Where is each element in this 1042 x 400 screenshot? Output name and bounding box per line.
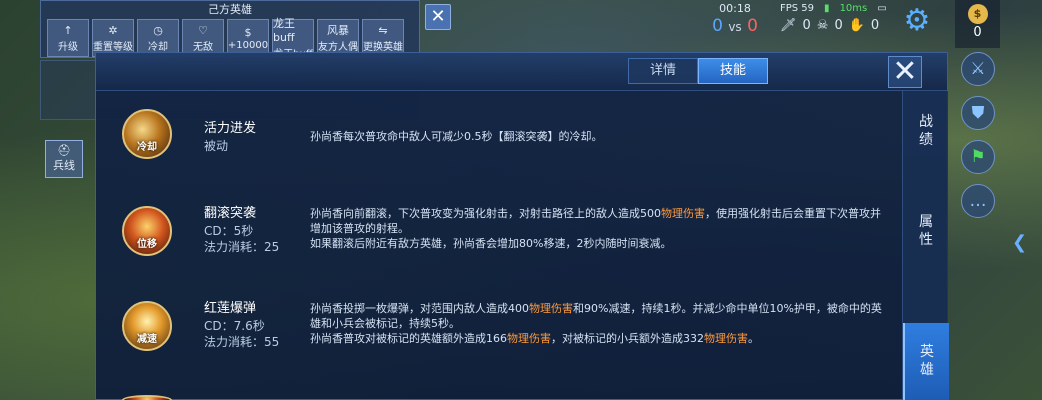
physical-damage-text: 物理伤害 (704, 332, 748, 345)
skill-description: 孙尚香向前翻滚，下次普攻变为强化射击，对射击路径上的敌人造成500物理伤害，使用… (310, 206, 890, 251)
skill-cooldown: CD：5秒 (204, 224, 254, 238)
skill-cooldown: 被动 (204, 139, 229, 153)
cheat-button-icon: ◷ (153, 23, 163, 37)
skill-mana-cost: 法力消耗：55 (204, 335, 280, 349)
kills-count: 0 (802, 18, 811, 33)
assists-count: 0 (870, 18, 880, 33)
scoreboard: 00:18 0 vs 0 (705, 2, 765, 37)
gold-value: 0 (973, 25, 982, 40)
skill-name: 红莲爆弹 (204, 301, 257, 316)
cheat-button-label: 重置等级 (93, 41, 133, 53)
soldier-wave-label: 兵线 (53, 159, 75, 172)
blue-score: 0 (712, 16, 723, 36)
skill-description-text: 孙尚香投掷一枚爆弹，对范围内敌人造成400 (310, 302, 529, 315)
vs-label: vs (728, 20, 742, 34)
skill-name: 翻滚突袭 (204, 206, 257, 221)
right-quick-actions: ⚔ ⛊ ⚑ … (958, 52, 998, 218)
physical-damage-text: 物理伤害 (661, 207, 705, 220)
cheat-button-icon: $ (244, 25, 252, 39)
match-timer: 00:18 (719, 2, 751, 15)
gold-counter[interactable]: $ 0 (955, 0, 1000, 48)
skill-name: 活力进发 (204, 121, 257, 136)
cheat-button-icon: 龙王buff (273, 16, 295, 44)
skill-description-text: ，对被标记的小兵额外造成332 (551, 332, 704, 345)
skill-description-text: 孙尚香普攻对被标记的英雄额外造成166 (310, 332, 507, 345)
gold-coin-icon: $ (967, 4, 988, 24)
kills-icon: 🗡 (780, 18, 797, 33)
physical-damage-text: 物理伤害 (529, 302, 573, 315)
cheat-button-label: 升级 (58, 41, 78, 53)
skill-4-peek (122, 395, 172, 400)
skill-description-text: 孙尚香向前翻滚，下次普攻变为强化射击，对射击路径上的敌人造成500 (310, 207, 661, 220)
tab-1[interactable]: 技能 (698, 58, 768, 84)
flag-icon[interactable]: ⚑ (961, 140, 995, 174)
skill-description: 孙尚香投掷一枚爆弹，对范围内敌人造成400物理伤害和90%减速，持续1秒。并减少… (310, 301, 890, 346)
cheat-button-label: +10000 (227, 39, 269, 51)
skill-description-text: 。 (748, 332, 759, 345)
fps-readout: FPS 59 (780, 3, 815, 14)
hero-info-panel: 详情 技能 ✕ 冷却 活力进发被动 孙尚香每次普攻命中敌人可减少0.5秒【翻滚突袭】的… (95, 52, 949, 400)
cheat-button-icon: ↑ (63, 23, 73, 37)
cheat-button-icon: ✲ (108, 23, 118, 37)
chat-icon[interactable]: … (961, 184, 995, 218)
helmet-icon: ⛑ (57, 144, 71, 157)
panel-side-tabs: 战绩属性英雄 (902, 91, 949, 400)
skill-3-icon: 减速 (122, 301, 172, 351)
cheat-button-0[interactable]: ↑ 升级 (47, 19, 89, 57)
physical-damage-text: 物理伤害 (507, 332, 551, 345)
shield-icon[interactable]: ⛊ (961, 96, 995, 130)
skill-description-text: 孙尚香每次普攻命中敌人可减少0.5秒【翻滚突袭】的冷却。 (310, 130, 603, 143)
sword-icon[interactable]: ⚔ (961, 52, 995, 86)
deaths-count: 0 (834, 18, 843, 33)
skill-row-1[interactable]: 位移 翻滚突袭 CD：5秒法力消耗：25 孙尚香向前翻滚，下次普攻变为强化射击，对射击… (122, 206, 902, 286)
panel-close-icon[interactable]: ✕ (888, 56, 922, 88)
cheat-button-icon: 风暴 (327, 23, 349, 37)
cheat-button-label: 冷却 (148, 41, 168, 53)
panel-header (96, 53, 947, 91)
side-tab-1[interactable]: 属性 (903, 213, 949, 249)
cheat-toolbar: 己方英雄 ↑升级✲重置等级◷冷却♡无敌$+10000龙王buff龙王buff风暴… (40, 0, 420, 60)
cheat-button-icon: ⇋ (378, 23, 388, 37)
cheat-button-icon: ♡ (198, 23, 208, 37)
skill-row-0[interactable]: 冷却 活力进发被动 孙尚香每次普攻命中敌人可减少0.5秒【翻滚突袭】的冷却。 (122, 109, 902, 189)
red-score: 0 (747, 16, 758, 36)
settings-gear-icon[interactable]: ⚙ (900, 4, 934, 38)
side-tab-0[interactable]: 战绩 (903, 113, 949, 149)
skill-4-icon (122, 395, 172, 400)
close-icon[interactable]: ✕ (425, 4, 451, 30)
skill-2-icon: 位移 (122, 206, 172, 256)
skill-description-text: 如果翻滚后附近有敌方英雄，孙尚香会增加80%移速，2秒内随时间衰减。 (310, 237, 672, 250)
signal-icon: ▮ (824, 3, 830, 14)
perf-stats: FPS 59 ▮ 10ms ▭ 🗡 0 ☠ 0 ✋ 0 (780, 3, 890, 33)
ping-readout: 10ms (839, 3, 868, 14)
cheat-button-label: 友方人偶 (318, 41, 358, 53)
tab-0[interactable]: 详情 (628, 58, 698, 84)
side-tab-2[interactable]: 英雄 (903, 323, 949, 400)
cheat-button-label: 更换英雄 (363, 41, 403, 53)
skill-row-2[interactable]: 减速 红莲爆弹 CD：7.6秒法力消耗：55 孙尚香投掷一枚爆弹，对范围内敌人造成40… (122, 301, 902, 381)
cheat-title: 己方英雄 (208, 3, 252, 16)
assists-icon: ✋ (848, 18, 865, 33)
deaths-icon: ☠ (816, 18, 829, 33)
chevron-left-icon[interactable]: ❮ (1012, 232, 1027, 253)
skill-1-icon: 冷却 (122, 109, 172, 159)
skill-description: 孙尚香每次普攻命中敌人可减少0.5秒【翻滚突袭】的冷却。 (310, 129, 890, 144)
skill-mana-cost: 法力消耗：25 (204, 240, 280, 254)
cheat-button-label: 无敌 (193, 41, 213, 53)
panel-tabs: 详情 技能 (628, 58, 768, 84)
soldier-wave-button[interactable]: ⛑ 兵线 (45, 140, 83, 178)
battery-icon: ▭ (877, 3, 887, 14)
skill-cooldown: CD：7.6秒 (204, 319, 265, 333)
